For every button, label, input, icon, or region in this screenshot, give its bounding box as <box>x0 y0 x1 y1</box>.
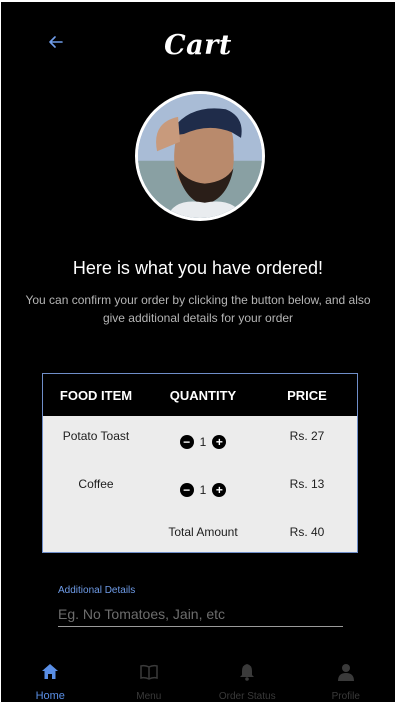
nav-item-order-status[interactable]: Order Status <box>198 652 297 702</box>
decrease-quantity-button[interactable]: − <box>179 435 194 449</box>
nav-label-order-status: Order Status <box>218 691 276 702</box>
order-table: FOOD ITEM QUANTITY PRICE Potato Toast − … <box>42 373 358 553</box>
order-description: You can confirm your order by clicking t… <box>25 293 371 325</box>
book-icon <box>139 662 159 682</box>
table-row: Potato Toast − 1 + Rs. 27 <box>43 429 357 449</box>
decrease-quantity-button[interactable]: − <box>179 483 194 497</box>
bottom-navigation: Home Menu Order Status Profile <box>1 652 395 702</box>
cart-screen: Cart Here is what you have ordered! You … <box>1 2 395 702</box>
nav-label-menu: Menu <box>136 691 162 702</box>
increase-quantity-button[interactable]: + <box>212 435 227 449</box>
person-icon <box>336 662 356 682</box>
total-row: Total Amount Rs. 40 <box>43 525 357 539</box>
nav-label-profile: Profile <box>331 691 360 702</box>
nav-item-profile[interactable]: Profile <box>297 652 396 702</box>
user-photo <box>138 94 262 218</box>
table-row: Coffee − 1 + Rs. 13 <box>43 477 357 497</box>
header-quantity: QUANTITY <box>169 387 237 403</box>
total-value: Rs. 40 <box>289 525 325 539</box>
increase-quantity-button[interactable]: + <box>212 483 227 497</box>
row-price: Rs. 13 <box>289 477 325 491</box>
header-food-item: FOOD ITEM <box>59 387 133 403</box>
avatar <box>135 91 265 221</box>
nav-item-home[interactable]: Home <box>1 652 100 702</box>
row-item-name: Potato Toast <box>62 429 130 443</box>
table-header: FOOD ITEM QUANTITY PRICE <box>43 374 357 416</box>
nav-item-menu[interactable]: Menu <box>100 652 199 702</box>
nav-label-home: Home <box>35 690 65 702</box>
quantity-value: 1 <box>199 483 207 497</box>
page-title: Cart <box>164 30 232 61</box>
total-label: Total Amount <box>168 525 238 539</box>
additional-details-label: Additional Details <box>58 585 136 596</box>
home-icon <box>40 662 60 681</box>
row-price: Rs. 27 <box>289 429 325 443</box>
additional-details-input[interactable] <box>58 601 343 627</box>
quantity-stepper: − 1 + <box>149 429 257 449</box>
header-price: PRICE <box>287 387 327 403</box>
quantity-stepper: − 1 + <box>149 477 257 497</box>
quantity-value: 1 <box>199 435 207 449</box>
order-headline: Here is what you have ordered! <box>72 258 324 278</box>
row-item-name: Coffee <box>78 477 114 491</box>
bell-icon <box>237 662 257 682</box>
